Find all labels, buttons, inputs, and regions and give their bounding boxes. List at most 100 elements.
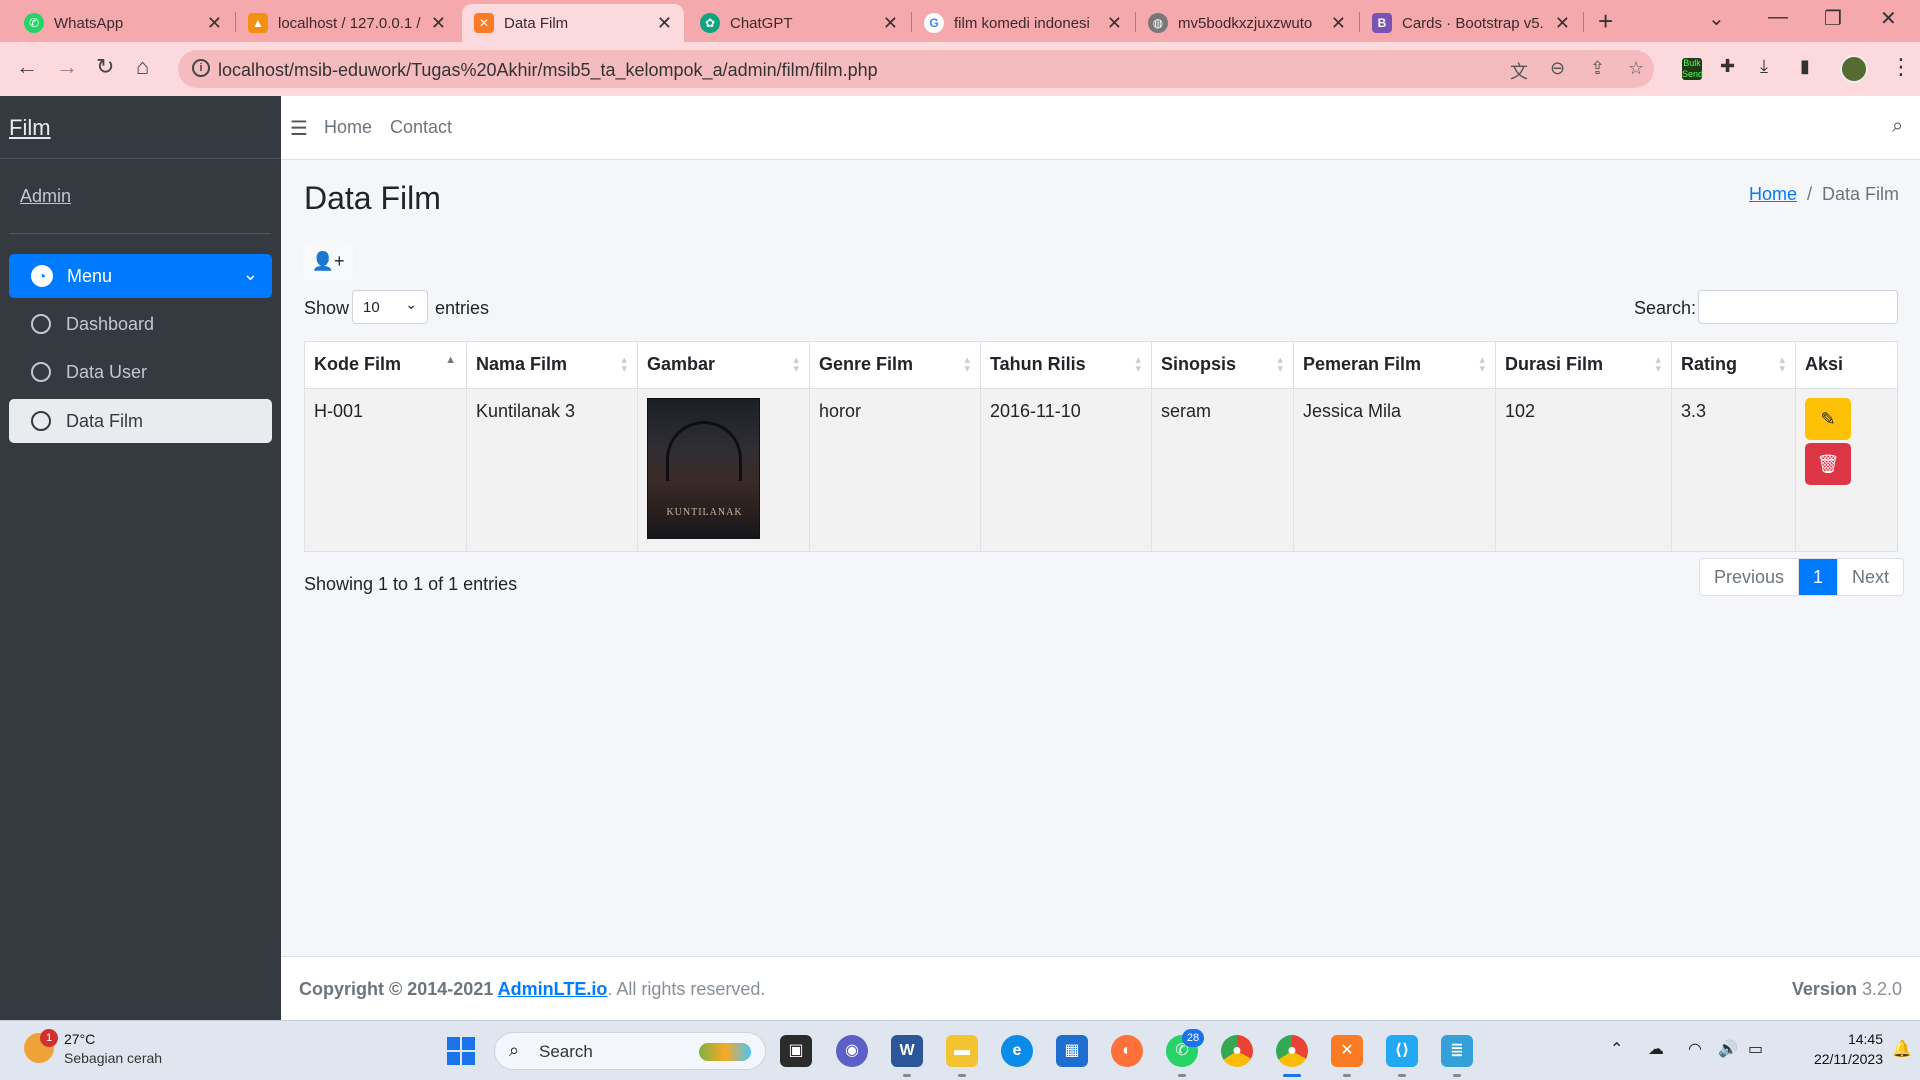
poster-title-text: KUNTILANAK	[666, 507, 743, 518]
address-bar[interactable]: i localhost/msib-eduwork/Tugas%20Akhir/m…	[178, 50, 1654, 88]
file-explorer-icon[interactable]: ▬	[946, 1035, 978, 1067]
browser-tab-phpmyadmin[interactable]: ▲ localhost / 127.0.0.1 / ✕	[236, 4, 458, 42]
cell-durasi-film: 102	[1495, 388, 1672, 552]
extension-label: Bulk Send	[1682, 58, 1704, 79]
xampp-icon[interactable]: ✕	[1331, 1035, 1363, 1067]
site-info-icon[interactable]: i	[192, 59, 210, 77]
close-icon[interactable]: ✕	[657, 13, 672, 34]
new-tab-icon[interactable]: +	[1598, 6, 1613, 37]
restore-icon[interactable]: ❐	[1824, 6, 1842, 31]
column-header-kode-film[interactable]: Kode Film ▲	[304, 341, 467, 389]
trash-icon: 🗑	[1816, 454, 1840, 474]
column-header-nama-film[interactable]: Nama Film ▴ ▾	[466, 341, 638, 389]
reload-icon[interactable]: ↻	[96, 54, 114, 80]
weather-temperature[interactable]: 27°C	[64, 1031, 95, 1047]
close-icon[interactable]: ✕	[1107, 13, 1122, 34]
clock-time[interactable]: 14:45	[1829, 1031, 1883, 1047]
close-icon[interactable]: ✕	[1555, 13, 1570, 34]
onedrive-cloud-icon[interactable]: ☁	[1648, 1039, 1664, 1059]
running-indicator	[1178, 1074, 1186, 1077]
browser-tab-google[interactable]: G film komedi indonesi ✕	[912, 4, 1134, 42]
weather-description[interactable]: Sebagian cerah	[64, 1050, 162, 1066]
windows-start-icon[interactable]	[447, 1037, 475, 1065]
add-film-button[interactable]: 👤+	[303, 241, 353, 281]
notepad-icon[interactable]: ≣	[1441, 1035, 1473, 1067]
tab-search-chevron-icon[interactable]: ⌄	[1708, 6, 1725, 31]
table-search-input[interactable]	[1698, 290, 1898, 324]
microsoft-store-icon[interactable]: ▦	[1056, 1035, 1088, 1067]
task-view-icon[interactable]: ▣	[780, 1035, 812, 1067]
tray-chevron-up-icon[interactable]: ⌃	[1610, 1039, 1623, 1059]
search-icon[interactable]: ⌕	[1892, 115, 1903, 138]
browser-tab-whatsapp[interactable]: ✆ WhatsApp ✕	[12, 4, 234, 42]
notification-bell-icon[interactable]: 🔔	[1892, 1039, 1912, 1059]
column-header-sinopsis[interactable]: Sinopsis ▴ ▾	[1151, 341, 1294, 389]
taskbar-search-box[interactable]: ⌕ Search	[494, 1032, 766, 1070]
column-header-gambar[interactable]: Gambar ▴ ▾	[637, 341, 810, 389]
volume-icon[interactable]: 🔊	[1718, 1039, 1738, 1059]
sidebar-item-dashboard[interactable]: Dashboard	[9, 302, 272, 346]
browser-tab-bootstrap[interactable]: B Cards · Bootstrap v5. ✕	[1360, 4, 1582, 42]
bulk-send-extension-icon[interactable]: Bulk Send	[1682, 58, 1704, 80]
battery-icon[interactable]: ▭	[1748, 1039, 1763, 1059]
column-header-label: Sinopsis	[1161, 354, 1237, 374]
running-indicator	[903, 1074, 911, 1077]
profile-avatar[interactable]	[1840, 55, 1868, 83]
close-window-icon[interactable]: ✕	[1880, 6, 1897, 31]
browser-tab-data-film[interactable]: ✕ Data Film ✕	[462, 4, 684, 42]
breadcrumb-home-link[interactable]: Home	[1749, 184, 1797, 204]
side-panel-icon[interactable]: ▮	[1800, 56, 1810, 77]
translate-icon[interactable]: 文	[1510, 58, 1528, 84]
chrome-profile-icon[interactable]: ●	[1276, 1035, 1308, 1067]
browser-tab-chatgpt[interactable]: ✿ ChatGPT ✕	[688, 4, 910, 42]
wifi-icon[interactable]: ◠	[1688, 1039, 1702, 1059]
os-taskbar: 1 27°C Sebagian cerah ⌕ Search ▣ ◉ W ▬ e…	[0, 1020, 1920, 1080]
sidebar-item-data-user[interactable]: Data User	[9, 350, 272, 394]
firefox-icon[interactable]: ◐	[1111, 1035, 1143, 1067]
edit-button[interactable]: ✎	[1805, 398, 1851, 440]
copyright-suffix: . All rights reserved.	[607, 979, 766, 999]
pagination-page-1-button[interactable]: 1	[1798, 559, 1838, 595]
chrome-icon[interactable]: ●	[1221, 1035, 1253, 1067]
browser-menu-icon[interactable]: ⋮	[1890, 54, 1912, 80]
share-icon[interactable]: ⇪	[1590, 58, 1605, 79]
pagination-next-button[interactable]: Next	[1837, 559, 1903, 595]
teams-chat-icon[interactable]: ◉	[836, 1035, 868, 1067]
column-header-rating[interactable]: Rating ▴ ▾	[1671, 341, 1796, 389]
hamburger-menu-icon[interactable]: ☰	[290, 116, 308, 141]
nav-link-contact[interactable]: Contact	[390, 117, 452, 138]
sidebar-menu-toggle[interactable]: ◔ Menu ⌄	[9, 254, 272, 298]
adminlte-link[interactable]: AdminLTE.io	[498, 979, 608, 999]
nav-link-home[interactable]: Home	[324, 117, 372, 138]
word-icon[interactable]: W	[891, 1035, 923, 1067]
close-icon[interactable]: ✕	[431, 13, 446, 34]
zoom-icon[interactable]: ⊖	[1550, 58, 1565, 79]
vscode-icon[interactable]: ⟨⟩	[1386, 1035, 1418, 1067]
tab-label: mv5bodkxzjuxzwuto	[1178, 14, 1313, 32]
back-icon[interactable]: ←	[16, 54, 38, 80]
sidebar-item-data-film[interactable]: Data Film	[9, 399, 272, 443]
close-icon[interactable]: ✕	[1331, 13, 1346, 34]
entries-length-select[interactable]: 10 ⌄	[352, 290, 428, 324]
close-icon[interactable]: ✕	[883, 13, 898, 34]
close-icon[interactable]: ✕	[207, 13, 222, 34]
home-icon[interactable]: ⌂	[136, 54, 149, 80]
browser-tab-image[interactable]: ◍ mv5bodkxzjuxzwuto ✕	[1136, 4, 1358, 42]
clock-date[interactable]: 22/11/2023	[1788, 1051, 1883, 1067]
url-text[interactable]: localhost/msib-eduwork/Tugas%20Akhir/msi…	[218, 60, 878, 81]
column-header-pemeran-film[interactable]: Pemeran Film ▴ ▾	[1293, 341, 1496, 389]
pagination-previous-button[interactable]: Previous	[1700, 559, 1798, 595]
user-link[interactable]: Admin	[20, 186, 71, 207]
column-header-tahun-rilis[interactable]: Tahun Rilis ▴ ▾	[980, 341, 1152, 389]
column-header-genre-film[interactable]: Genre Film ▴ ▾	[809, 341, 981, 389]
forward-icon[interactable]: →	[56, 54, 78, 80]
download-icon[interactable]: ⤓	[1760, 56, 1768, 77]
minimize-icon[interactable]: —	[1768, 6, 1788, 29]
edge-icon[interactable]: e	[1001, 1035, 1033, 1067]
weather-badge: 1	[40, 1029, 58, 1047]
brand-link[interactable]: Film	[9, 115, 51, 141]
delete-button[interactable]: 🗑	[1805, 443, 1851, 485]
column-header-durasi-film[interactable]: Durasi Film ▴ ▾	[1495, 341, 1672, 389]
extensions-puzzle-icon[interactable]: ✚	[1720, 56, 1735, 77]
bookmark-star-icon[interactable]: ☆	[1628, 58, 1644, 79]
